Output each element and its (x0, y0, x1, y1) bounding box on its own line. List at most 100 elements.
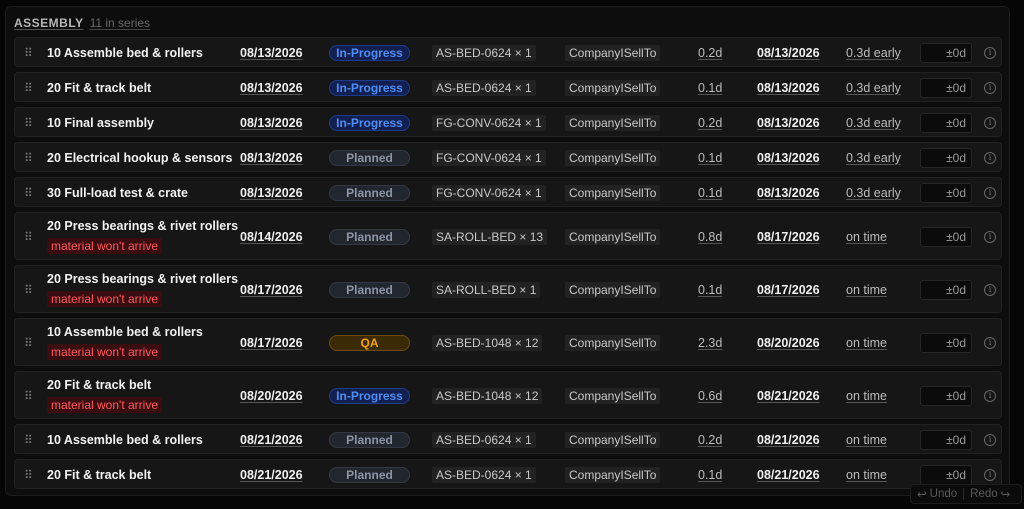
end-date[interactable]: 08/20/2026 (757, 336, 820, 350)
start-date[interactable]: 08/17/2026 (240, 283, 303, 297)
duration[interactable]: 0.6d (698, 389, 722, 403)
drag-handle-icon[interactable]: ⠿ (24, 230, 33, 244)
end-date[interactable]: 08/17/2026 (757, 283, 820, 297)
offset-input[interactable]: ±0d (920, 183, 972, 203)
offset-input[interactable]: ±0d (920, 333, 972, 353)
offset-input[interactable]: ±0d (920, 430, 972, 450)
end-date[interactable]: 08/13/2026 (757, 46, 820, 60)
table-row[interactable]: ⠿ 20 Press bearings & rivet rollers materi… (14, 265, 1002, 313)
duration[interactable]: 0.8d (698, 230, 722, 244)
table-row[interactable]: ⠿ 30 Full-load test & crate 08/13/2026 Plan… (14, 177, 1002, 207)
offset-input[interactable]: ±0d (920, 78, 972, 98)
table-row[interactable]: ⠿ 10 Final assembly 08/13/2026 In-Progress F… (14, 107, 1002, 137)
end-date[interactable]: 08/13/2026 (757, 151, 820, 165)
info-icon[interactable]: i (984, 284, 996, 296)
end-date[interactable]: 08/17/2026 (757, 230, 820, 244)
table-row[interactable]: ⠿ 10 Assemble bed & rollers 08/13/2026 In-P… (14, 37, 1002, 67)
status-badge[interactable]: Planned (329, 282, 410, 298)
offset-input[interactable]: ±0d (920, 386, 972, 406)
status-badge[interactable]: Planned (329, 185, 410, 201)
duration[interactable]: 0.1d (698, 283, 722, 297)
undo-button[interactable]: ↩ Undo (911, 487, 963, 501)
offset-input[interactable]: ±0d (920, 43, 972, 63)
start-date[interactable]: 08/21/2026 (240, 468, 303, 482)
redo-button[interactable]: Redo ↪ (964, 487, 1016, 501)
info-icon[interactable]: i (984, 337, 996, 349)
start-date[interactable]: 08/13/2026 (240, 186, 303, 200)
offset-input[interactable]: ±0d (920, 280, 972, 300)
table-row[interactable]: ⠿ 20 Fit & track belt 08/21/2026 Planned AS-… (14, 459, 1002, 489)
end-date[interactable]: 08/13/2026 (757, 81, 820, 95)
info-icon[interactable]: i (984, 82, 996, 94)
drag-handle-icon[interactable]: ⠿ (24, 283, 33, 297)
series-count[interactable]: 11 in series (90, 16, 150, 30)
info-icon[interactable]: i (984, 187, 996, 199)
timing-status[interactable]: on time (846, 389, 887, 403)
table-row[interactable]: ⠿ 10 Assemble bed & rollers 08/21/2026 Plan… (14, 424, 1002, 454)
start-date[interactable]: 08/21/2026 (240, 433, 303, 447)
drag-handle-icon[interactable]: ⠿ (24, 46, 33, 60)
table-row[interactable]: ⠿ 20 Electrical hookup & sensors 08/13/202… (14, 142, 1002, 172)
timing-status[interactable]: 0.3d early (846, 46, 901, 60)
drag-handle-icon[interactable]: ⠿ (24, 186, 33, 200)
timing-status[interactable]: 0.3d early (846, 116, 901, 130)
duration[interactable]: 0.1d (698, 468, 722, 482)
drag-handle-icon[interactable]: ⠿ (24, 116, 33, 130)
table-row[interactable]: ⠿ 20 Fit & track belt material won't arriv… (14, 371, 1002, 419)
status-badge[interactable]: In-Progress (329, 115, 410, 131)
status-badge[interactable]: In-Progress (329, 80, 410, 96)
end-date[interactable]: 08/21/2026 (757, 389, 820, 403)
timing-status[interactable]: 0.3d early (846, 186, 901, 200)
offset-input[interactable]: ±0d (920, 113, 972, 133)
start-date[interactable]: 08/13/2026 (240, 116, 303, 130)
start-date[interactable]: 08/13/2026 (240, 46, 303, 60)
start-date[interactable]: 08/13/2026 (240, 81, 303, 95)
end-date[interactable]: 08/21/2026 (757, 433, 820, 447)
start-date[interactable]: 08/13/2026 (240, 151, 303, 165)
end-date[interactable]: 08/13/2026 (757, 116, 820, 130)
status-badge[interactable]: In-Progress (329, 45, 410, 61)
info-icon[interactable]: i (984, 231, 996, 243)
offset-input[interactable]: ±0d (920, 148, 972, 168)
duration[interactable]: 0.1d (698, 81, 722, 95)
info-icon[interactable]: i (984, 117, 996, 129)
duration[interactable]: 0.2d (698, 116, 722, 130)
section-title[interactable]: ASSEMBLY (14, 16, 84, 30)
info-icon[interactable]: i (984, 469, 996, 481)
end-date[interactable]: 08/21/2026 (757, 468, 820, 482)
end-date[interactable]: 08/13/2026 (757, 186, 820, 200)
timing-status[interactable]: on time (846, 433, 887, 447)
table-row[interactable]: ⠿ 10 Assemble bed & rollers material won't… (14, 318, 1002, 366)
timing-status[interactable]: on time (846, 336, 887, 350)
timing-status[interactable]: on time (846, 283, 887, 297)
duration[interactable]: 0.1d (698, 151, 722, 165)
drag-handle-icon[interactable]: ⠿ (24, 336, 33, 350)
status-badge[interactable]: Planned (329, 150, 410, 166)
info-icon[interactable]: i (984, 390, 996, 402)
status-badge[interactable]: Planned (329, 432, 410, 448)
timing-status[interactable]: on time (846, 230, 887, 244)
status-badge[interactable]: Planned (329, 467, 410, 483)
duration[interactable]: 0.2d (698, 433, 722, 447)
offset-input[interactable]: ±0d (920, 465, 972, 485)
duration[interactable]: 0.2d (698, 46, 722, 60)
info-icon[interactable]: i (984, 47, 996, 59)
timing-status[interactable]: 0.3d early (846, 81, 901, 95)
status-badge[interactable]: Planned (329, 229, 410, 245)
start-date[interactable]: 08/14/2026 (240, 230, 303, 244)
info-icon[interactable]: i (984, 434, 996, 446)
timing-status[interactable]: on time (846, 468, 887, 482)
drag-handle-icon[interactable]: ⠿ (24, 468, 33, 482)
table-row[interactable]: ⠿ 20 Fit & track belt 08/13/2026 In-Progres… (14, 72, 1002, 102)
offset-input[interactable]: ±0d (920, 227, 972, 247)
table-row[interactable]: ⠿ 20 Press bearings & rivet rollers materi… (14, 212, 1002, 260)
drag-handle-icon[interactable]: ⠿ (24, 389, 33, 403)
start-date[interactable]: 08/20/2026 (240, 389, 303, 403)
duration[interactable]: 2.3d (698, 336, 722, 350)
start-date[interactable]: 08/17/2026 (240, 336, 303, 350)
timing-status[interactable]: 0.3d early (846, 151, 901, 165)
drag-handle-icon[interactable]: ⠿ (24, 433, 33, 447)
info-icon[interactable]: i (984, 152, 996, 164)
drag-handle-icon[interactable]: ⠿ (24, 81, 33, 95)
drag-handle-icon[interactable]: ⠿ (24, 151, 33, 165)
